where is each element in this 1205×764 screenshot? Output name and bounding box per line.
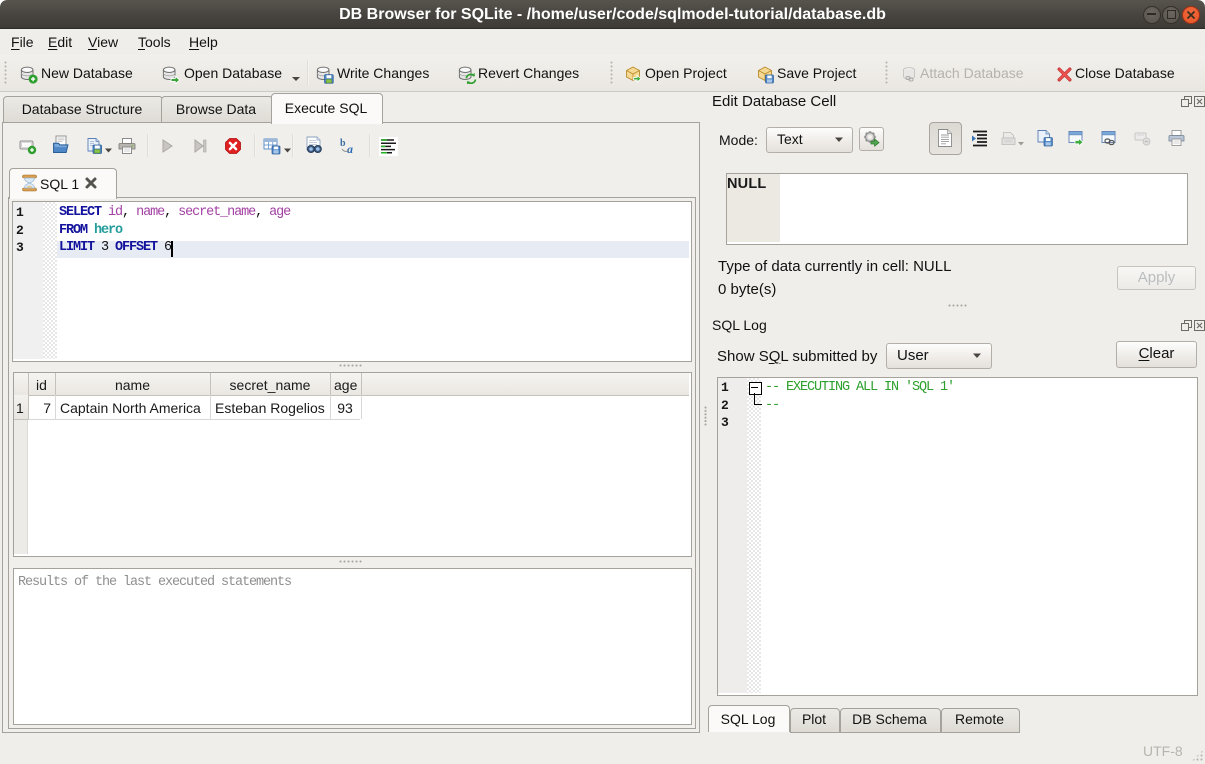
- svg-text:a: a: [347, 142, 353, 155]
- svg-text:b: b: [340, 138, 346, 149]
